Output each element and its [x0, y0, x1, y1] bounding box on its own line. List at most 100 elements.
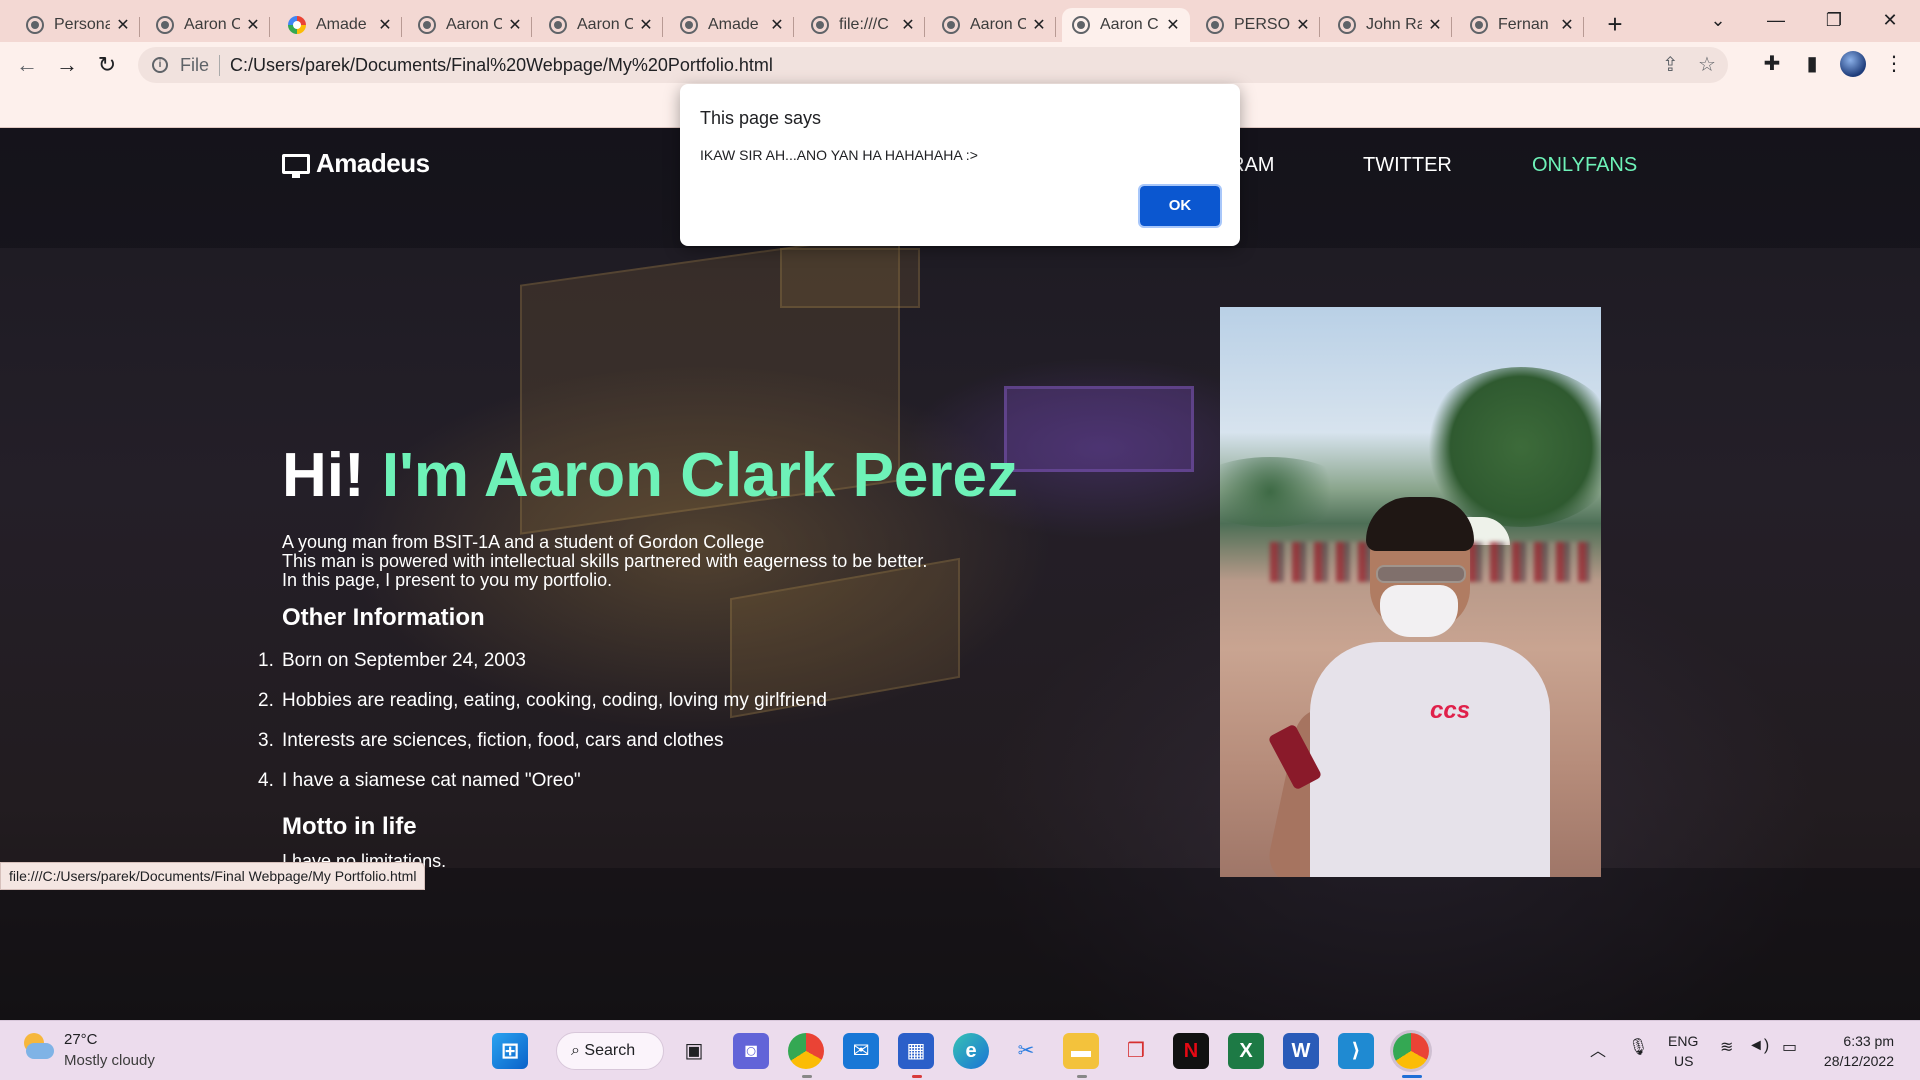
teams-chat-icon[interactable]: ◙ — [733, 1033, 769, 1069]
browser-tab[interactable]: Aaron C ✕ — [146, 8, 270, 42]
reload-icon[interactable]: ↻ — [92, 50, 122, 80]
list-text: Born on September 24, 2003 — [282, 650, 527, 671]
globe-icon — [811, 16, 829, 34]
profile-photo: ccs — [1220, 307, 1601, 877]
tab-search-icon[interactable]: ⌄ — [1690, 0, 1746, 42]
minimize-icon[interactable]: — — [1748, 0, 1804, 42]
browser-tab[interactable]: Amade ✕ — [278, 8, 402, 42]
vscode-icon[interactable]: ⟩ — [1338, 1033, 1374, 1069]
show-hidden-icons-chevron-icon[interactable]: ︿ — [1590, 1037, 1606, 1061]
forward-arrow-icon[interactable]: → — [52, 50, 82, 80]
globe-icon — [418, 16, 436, 34]
dialog-title: This page says — [700, 108, 822, 128]
running-indicator — [1402, 1075, 1422, 1078]
close-tab-icon[interactable]: ✕ — [244, 15, 262, 35]
status-bar-url: file:///C:/Users/parek/Documents/Final W… — [0, 862, 426, 890]
mail-icon[interactable]: ✉ — [843, 1033, 879, 1069]
weather-description[interactable]: Mostly cloudy — [64, 1052, 155, 1069]
store-icon[interactable]: ▦ — [898, 1033, 934, 1069]
side-panel-icon[interactable]: ▮ — [1798, 50, 1826, 78]
list-item: 3. Interests are sciences, fiction, food,… — [258, 730, 827, 770]
list-text: Hobbies are reading, eating, cooking, co… — [282, 690, 827, 711]
microphone-icon[interactable]: 🎙 — [1628, 1037, 1648, 1057]
close-tab-icon[interactable]: ✕ — [114, 15, 132, 35]
background-floor — [0, 868, 1920, 1020]
globe-icon — [26, 16, 44, 34]
close-window-icon[interactable]: ✕ — [1862, 0, 1918, 42]
close-tab-icon[interactable]: ✕ — [1294, 15, 1312, 35]
nav-link-onlyfans[interactable]: ONLYFANS — [1532, 154, 1637, 177]
close-tab-icon[interactable]: ✕ — [1426, 15, 1444, 35]
globe-icon — [549, 16, 567, 34]
globe-icon — [156, 16, 174, 34]
gift-icon[interactable]: ❒ — [1118, 1033, 1154, 1069]
new-tab-button[interactable]: + — [1598, 8, 1632, 42]
more-menu-icon[interactable]: ⋮ — [1880, 50, 1908, 78]
back-arrow-icon[interactable]: ← — [12, 50, 42, 80]
volume-icon[interactable]: ◄) — [1748, 1037, 1769, 1055]
photo-shirt-logo: ccs — [1430, 697, 1471, 724]
list-item: 2. Hobbies are reading, eating, cooking, … — [258, 690, 827, 730]
region-code[interactable]: US — [1674, 1053, 1693, 1069]
running-indicator — [912, 1075, 922, 1078]
globe-icon — [1338, 16, 1356, 34]
site-info-icon[interactable]: i — [152, 57, 168, 73]
browser-tab-active[interactable]: Aaron C ✕ — [1062, 8, 1190, 42]
excel-icon[interactable]: X — [1228, 1033, 1264, 1069]
close-tab-icon[interactable]: ✕ — [1164, 15, 1182, 35]
clock-date[interactable]: 28/12/2022 — [1810, 1053, 1894, 1069]
close-tab-icon[interactable]: ✕ — [637, 15, 655, 35]
browser-tab[interactable]: John Ra ✕ — [1328, 8, 1452, 42]
intro-line: A young man from BSIT-1A and a student o… — [282, 532, 765, 552]
tab-strip: Persona ✕ Aaron C ✕ Amade ✕ Aaron C ✕ Aaron … — [0, 0, 1920, 42]
chrome-icon[interactable] — [788, 1033, 824, 1069]
list-item: 1. Born on September 24, 2003 — [258, 650, 827, 690]
netflix-icon[interactable]: N — [1173, 1033, 1209, 1069]
browser-tab[interactable]: PERSON✕ — [1196, 8, 1320, 42]
browser-tab[interactable]: file:///C ✕ — [801, 8, 925, 42]
share-icon[interactable]: ⇪ — [1662, 47, 1679, 83]
snipping-tool-icon[interactable]: ✂ — [1008, 1033, 1044, 1069]
search-label: Search — [584, 1042, 636, 1059]
alert-dialog: This page says IKAW SIR AH...ANO YAN HA … — [680, 84, 1240, 246]
ok-button[interactable]: OK — [1138, 184, 1222, 228]
background-shelf — [780, 248, 920, 308]
close-tab-icon[interactable]: ✕ — [376, 15, 394, 35]
edge-icon[interactable]: e — [953, 1033, 989, 1069]
close-tab-icon[interactable]: ✕ — [1558, 15, 1576, 35]
weather-temperature[interactable]: 27°C — [64, 1031, 98, 1048]
site-logo[interactable]: Amadeus — [282, 148, 430, 179]
address-bar[interactable]: i File C:/Users/parek/Documents/Final%20… — [138, 47, 1728, 83]
file-explorer-icon[interactable]: ▬ — [1063, 1033, 1099, 1069]
taskbar-search[interactable]: ⌕ Search — [556, 1032, 664, 1070]
browser-tab[interactable]: Aaron C ✕ — [539, 8, 663, 42]
windows-start-icon[interactable]: ⊞ — [492, 1033, 528, 1069]
background-screen — [1004, 386, 1194, 472]
browser-tab[interactable]: Fernan ✕ — [1460, 8, 1584, 42]
battery-icon[interactable]: ▭ — [1782, 1037, 1797, 1057]
word-icon[interactable]: W — [1283, 1033, 1319, 1069]
chrome-profile-icon[interactable] — [1393, 1033, 1429, 1069]
restore-icon[interactable]: ❐ — [1806, 0, 1862, 42]
url-text[interactable]: C:/Users/parek/Documents/Final%20Webpage… — [230, 55, 773, 76]
nav-link-twitter[interactable]: TWITTER — [1363, 154, 1452, 177]
running-indicator — [1077, 1075, 1087, 1078]
extensions-puzzle-icon[interactable]: ✚ — [1758, 50, 1786, 78]
browser-tab[interactable]: Amade ✕ — [670, 8, 794, 42]
list-text: Interests are sciences, fiction, food, c… — [282, 730, 724, 751]
task-view-icon[interactable]: ▣ — [676, 1033, 712, 1069]
browser-tab[interactable]: Aaron C ✕ — [408, 8, 532, 42]
bookmark-star-icon[interactable]: ☆ — [1698, 47, 1716, 83]
language-code[interactable]: ENG — [1668, 1033, 1698, 1049]
close-tab-icon[interactable]: ✕ — [899, 15, 917, 35]
weather-cloud-icon[interactable] — [20, 1033, 54, 1063]
close-tab-icon[interactable]: ✕ — [768, 15, 786, 35]
wifi-icon[interactable]: ≋ — [1720, 1037, 1733, 1057]
browser-tab[interactable]: Persona ✕ — [16, 8, 140, 42]
close-tab-icon[interactable]: ✕ — [506, 15, 524, 35]
clock-time[interactable]: 6:33 pm — [1810, 1033, 1894, 1049]
browser-tab[interactable]: Aaron C ✕ — [932, 8, 1056, 42]
close-tab-icon[interactable]: ✕ — [1030, 15, 1048, 35]
windows-taskbar: 27°C Mostly cloudy ⊞ ⌕ Search ▣ ◙ ✉ ▦ e … — [0, 1020, 1920, 1080]
profile-avatar[interactable] — [1840, 51, 1866, 77]
